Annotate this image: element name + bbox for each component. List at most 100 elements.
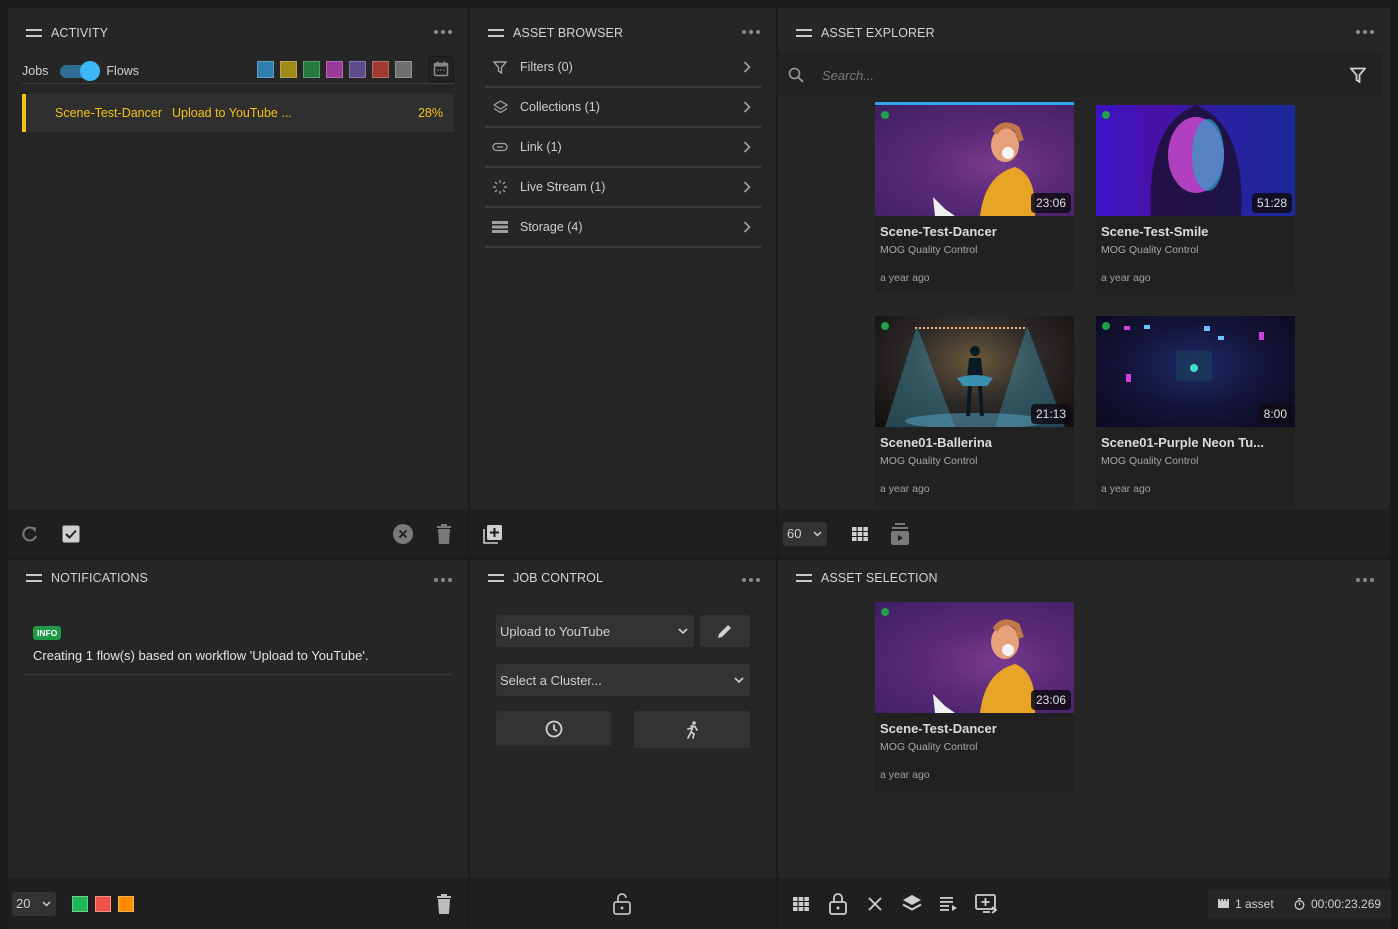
panel-title: NOTIFICATIONS — [51, 571, 148, 585]
drag-handle-icon[interactable] — [796, 574, 812, 582]
total-duration-badge: 00:00:23.269 — [1284, 888, 1392, 919]
asset-browser-panel: ASSET BROWSER Filters (0) Collections (1… — [470, 8, 776, 509]
link-icon — [491, 142, 509, 152]
more-options-icon[interactable] — [742, 30, 760, 34]
activity-panel: ACTIVITY Jobs Flows Scene-Test-Dancer Up… — [8, 8, 468, 509]
schedule-button[interactable] — [496, 711, 611, 746]
search-input[interactable] — [822, 67, 1302, 83]
delete-all-icon[interactable] — [436, 523, 452, 544]
workflow-select[interactable]: Upload to YouTube — [496, 615, 694, 647]
pencil-icon — [718, 625, 731, 638]
asset-browser-footer — [470, 509, 776, 558]
send-to-player-icon[interactable] — [975, 893, 999, 914]
more-options-icon[interactable] — [742, 578, 760, 582]
search-icon — [788, 67, 804, 83]
more-options-icon[interactable] — [1356, 30, 1374, 34]
chevron-right-icon — [743, 101, 751, 113]
panel-title: ASSET EXPLORER — [821, 26, 935, 40]
color-filter-gray[interactable] — [395, 61, 412, 78]
color-filter-blue[interactable] — [257, 61, 274, 78]
asset-explorer-footer: 60 — [778, 509, 1390, 558]
notifications-panel: NOTIFICATIONS — [8, 560, 468, 878]
drag-handle-icon[interactable] — [488, 29, 504, 37]
color-filter-green[interactable] — [303, 61, 320, 78]
lock-icon[interactable] — [829, 892, 847, 915]
asset-count-badge: 1 asset — [1208, 888, 1284, 919]
cluster-select-placeholder: Select a Cluster... — [500, 672, 602, 688]
drag-handle-icon[interactable] — [26, 574, 42, 582]
run-now-button[interactable] — [634, 711, 750, 748]
browser-item-filters[interactable]: Filters (0) — [485, 48, 761, 88]
add-to-collection-icon[interactable] — [902, 894, 922, 913]
grid-view-icon[interactable] — [793, 896, 809, 911]
select-all-checkbox[interactable] — [62, 525, 80, 543]
refresh-icon[interactable] — [21, 525, 39, 543]
asset-name: Scene-Test-Dancer — [880, 224, 997, 239]
drag-handle-icon[interactable] — [488, 574, 504, 582]
job-row[interactable]: Scene-Test-Dancer Upload to YouTube ... … — [22, 94, 454, 132]
page-size-select[interactable]: 60 — [783, 521, 827, 546]
asset-date: a year ago — [880, 769, 930, 781]
activity-footer — [8, 509, 468, 558]
level-filter-warning[interactable] — [118, 895, 134, 912]
browser-item-collections[interactable]: Collections (1) — [485, 88, 761, 128]
browser-item-live-stream[interactable]: Live Stream (1) — [485, 168, 761, 208]
selected-asset-card[interactable]: 23:06 Scene-Test-Dancer MOG Quality Cont… — [875, 602, 1074, 792]
level-filter-error[interactable] — [95, 895, 111, 912]
add-collection-icon[interactable] — [483, 524, 503, 544]
job-control-panel: JOB CONTROL Upload to YouTube Select a C… — [470, 560, 776, 878]
asset-date: a year ago — [880, 483, 930, 495]
edit-workflow-button[interactable] — [700, 615, 750, 647]
panel-title: ACTIVITY — [51, 26, 109, 40]
level-filter-success[interactable] — [72, 895, 88, 912]
cancel-all-icon[interactable] — [393, 523, 413, 544]
cluster-select[interactable]: Select a Cluster... — [496, 664, 750, 696]
status-dot — [881, 608, 889, 616]
panel-title: ASSET SELECTION — [821, 571, 938, 585]
color-filter-magenta[interactable] — [326, 61, 343, 78]
page-size-select[interactable]: 20 — [12, 891, 56, 916]
drag-handle-icon[interactable] — [26, 29, 42, 37]
asset-thumbnail: 8:00 — [1096, 316, 1295, 427]
asset-workflow: MOG Quality Control — [880, 244, 978, 256]
more-options-icon[interactable] — [1356, 578, 1374, 582]
color-filter-red[interactable] — [372, 61, 389, 78]
asset-card[interactable]: 23:06 Scene-Test-Dancer MOG Quality Cont… — [875, 102, 1074, 292]
playlist-view-icon[interactable] — [890, 522, 910, 545]
more-options-icon[interactable] — [434, 578, 452, 582]
browser-item-label: Filters (0) — [520, 60, 573, 74]
divider — [22, 83, 454, 84]
asset-card[interactable]: 51:28 Scene-Test-Smile MOG Quality Contr… — [1096, 105, 1295, 295]
asset-explorer-panel: ASSET EXPLORER 23:06 Scene-Test-Dancer M… — [778, 8, 1390, 509]
filter-icon[interactable] — [1350, 67, 1366, 83]
more-options-icon[interactable] — [434, 30, 452, 34]
status-dot — [881, 111, 889, 119]
color-filter-purple[interactable] — [349, 61, 366, 78]
jobs-flows-toggle[interactable] — [60, 61, 101, 81]
asset-name: Scene01-Purple Neon Tu... — [1101, 435, 1265, 450]
status-dot — [881, 322, 889, 330]
browser-item-label: Collections (1) — [520, 100, 600, 114]
lock-open-icon[interactable] — [613, 892, 631, 915]
asset-card[interactable]: 8:00 Scene01-Purple Neon Tu... MOG Quali… — [1096, 316, 1295, 506]
color-filter-yellow[interactable] — [280, 61, 297, 78]
clear-selection-icon[interactable] — [868, 896, 882, 911]
drag-handle-icon[interactable] — [796, 29, 812, 37]
clear-notifications-icon[interactable] — [436, 893, 452, 914]
status-dot — [1102, 111, 1110, 119]
grid-view-icon[interactable] — [852, 526, 868, 541]
chevron-down-icon — [678, 628, 688, 634]
asset-date: a year ago — [1101, 272, 1151, 284]
browser-item-link[interactable]: Link (1) — [485, 128, 761, 168]
asset-card[interactable]: 21:13 Scene01-Ballerina MOG Quality Cont… — [875, 316, 1074, 506]
asset-thumbnail: 21:13 — [875, 316, 1074, 427]
panel-header: ACTIVITY — [8, 8, 468, 58]
playlist-add-icon[interactable] — [940, 896, 958, 911]
jobs-label: Jobs — [22, 64, 49, 78]
asset-selection-footer: 1 asset 00:00:23.269 — [778, 878, 1392, 929]
asset-workflow: MOG Quality Control — [880, 455, 978, 467]
asset-thumbnail: 51:28 — [1096, 105, 1295, 216]
calendar-icon[interactable] — [428, 56, 454, 82]
chevron-right-icon — [743, 61, 751, 73]
browser-item-storage[interactable]: Storage (4) — [485, 208, 761, 248]
